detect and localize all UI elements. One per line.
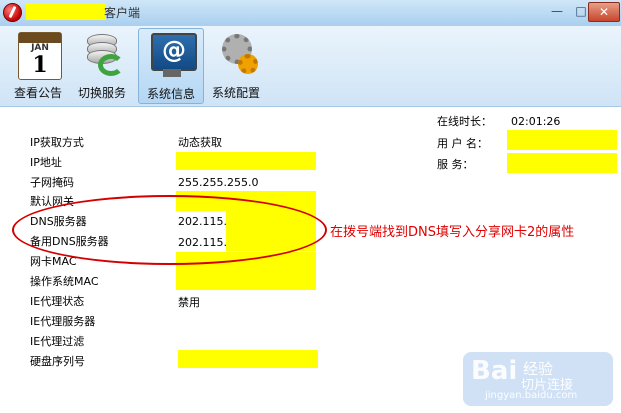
tool-system-info[interactable]: @ 系统信息 <box>138 28 204 104</box>
label-ip-address: IP地址 <box>30 156 62 169</box>
value-ip-method: 动态获取 <box>178 136 222 149</box>
value-online-time: 02:01:26 <box>511 115 561 128</box>
tool-label-system-config: 系统配置 <box>211 86 260 100</box>
tool-view-notice[interactable]: JAN 1 查看公告 <box>6 28 70 102</box>
label-ie-proxy-state: IE代理状态 <box>30 295 85 308</box>
database-switch-icon <box>82 32 124 78</box>
calendar-icon: JAN 1 <box>18 32 62 80</box>
gears-icon <box>216 32 258 78</box>
label-ie-proxy-filter: IE代理过滤 <box>30 335 85 348</box>
title-bar: 客户端 — □ ✕ <box>0 0 621 27</box>
redaction-service <box>507 153 617 173</box>
value-subnet: 255.255.255.0 <box>178 176 259 189</box>
tool-switch-service[interactable]: 切换服务 <box>70 28 134 102</box>
label-ip-method: IP获取方式 <box>30 136 84 149</box>
at-symbol: @ <box>162 36 186 64</box>
app-logo-icon <box>3 3 22 22</box>
tool-label-switch-service: 切换服务 <box>77 86 126 100</box>
baidu-watermark: Bai 经验 切片连接 jingyan.baidu.com <box>463 352 613 406</box>
window-title: 客户端 <box>104 6 141 20</box>
title-redaction <box>26 3 106 20</box>
toolbar: JAN 1 查看公告 切换服务 @ 系统信息 系统配置 <box>0 26 621 107</box>
tool-system-config[interactable]: 系统配置 <box>204 28 268 102</box>
label-username: 用 户 名： <box>437 137 488 150</box>
label-disk-serial: 硬盘序列号 <box>30 355 85 368</box>
label-service: 服 务： <box>437 158 474 171</box>
highlight-ellipse <box>12 195 327 265</box>
calendar-day: 1 <box>32 52 48 78</box>
close-button[interactable]: ✕ <box>588 2 620 22</box>
redaction-disk-serial <box>178 350 318 368</box>
monitor-at-icon: @ <box>151 33 197 71</box>
tool-label-view-notice: 查看公告 <box>13 86 62 100</box>
label-os-mac: 操作系统MAC <box>30 275 99 288</box>
watermark-brand: Bai <box>471 356 518 386</box>
redaction-ip-address <box>176 152 316 170</box>
label-subnet: 子网掩码 <box>30 176 74 189</box>
watermark-url: jingyan.baidu.com <box>485 390 578 401</box>
label-ie-proxy-server: IE代理服务器 <box>30 315 96 328</box>
value-ie-proxy-state: 禁用 <box>178 296 200 309</box>
redaction-username <box>507 130 617 150</box>
annotation-text: 在拨号端找到DNS填写入分享网卡2的属性 <box>330 225 575 240</box>
minimize-button[interactable]: — <box>546 2 568 20</box>
tool-label-system-info: 系统信息 <box>146 87 195 101</box>
label-online-time: 在线时长： <box>437 115 492 128</box>
